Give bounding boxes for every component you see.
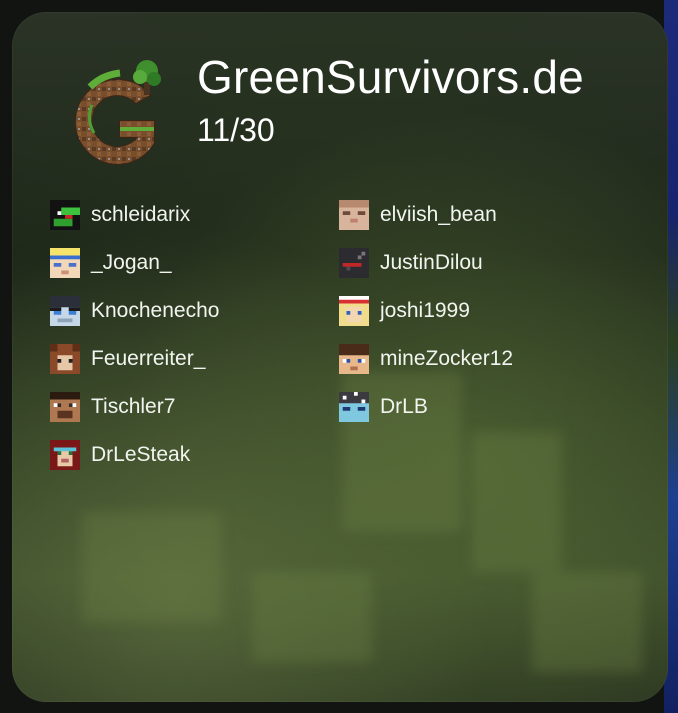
player-item: JustinDilou bbox=[339, 247, 483, 279]
player-name: joshi1999 bbox=[380, 299, 470, 322]
player-name: elviish_bean bbox=[380, 203, 497, 226]
player-item: schleidarix bbox=[50, 199, 190, 231]
player-item: Feuerreiter_ bbox=[50, 343, 205, 375]
player-name: Feuerreiter_ bbox=[91, 347, 206, 370]
player-head-icon bbox=[50, 440, 80, 470]
player-name: JustinDilou bbox=[380, 251, 483, 274]
player-item: elviish_bean bbox=[339, 199, 497, 231]
server-name: GreenSurvivors.de bbox=[197, 51, 584, 103]
player-item: _Jogan_ bbox=[50, 247, 172, 279]
player-head-icon bbox=[50, 344, 80, 374]
player-name: Knochenecho bbox=[91, 299, 220, 322]
player-item: Knochenecho bbox=[50, 295, 219, 327]
player-name: DrLeSteak bbox=[91, 443, 191, 466]
player-count: 11/30 bbox=[197, 112, 275, 148]
player-item: Tischler7 bbox=[50, 391, 175, 423]
player-name: mineZocker12 bbox=[380, 347, 514, 370]
player-item: joshi1999 bbox=[339, 295, 470, 327]
player-head-icon bbox=[50, 248, 80, 278]
player-item: DrLB bbox=[339, 391, 428, 423]
player-head-icon bbox=[50, 392, 80, 422]
player-head-icon bbox=[339, 392, 369, 422]
player-head-icon bbox=[50, 296, 80, 326]
player-head-icon bbox=[339, 200, 369, 230]
player-head-icon bbox=[339, 248, 369, 278]
player-head-icon bbox=[50, 200, 80, 230]
server-status-widget[interactable]: GreenSurvivors.de 11/30 schleidarix _Jog… bbox=[12, 12, 668, 702]
player-name: Tischler7 bbox=[91, 395, 176, 418]
player-item: DrLeSteak bbox=[50, 439, 190, 471]
player-name: schleidarix bbox=[91, 203, 191, 226]
server-logo-icon bbox=[74, 60, 161, 165]
player-name: DrLB bbox=[380, 395, 428, 418]
player-name: _Jogan_ bbox=[91, 251, 172, 274]
player-head-icon bbox=[339, 344, 369, 374]
player-item: mineZocker12 bbox=[339, 343, 513, 375]
player-head-icon bbox=[339, 296, 369, 326]
